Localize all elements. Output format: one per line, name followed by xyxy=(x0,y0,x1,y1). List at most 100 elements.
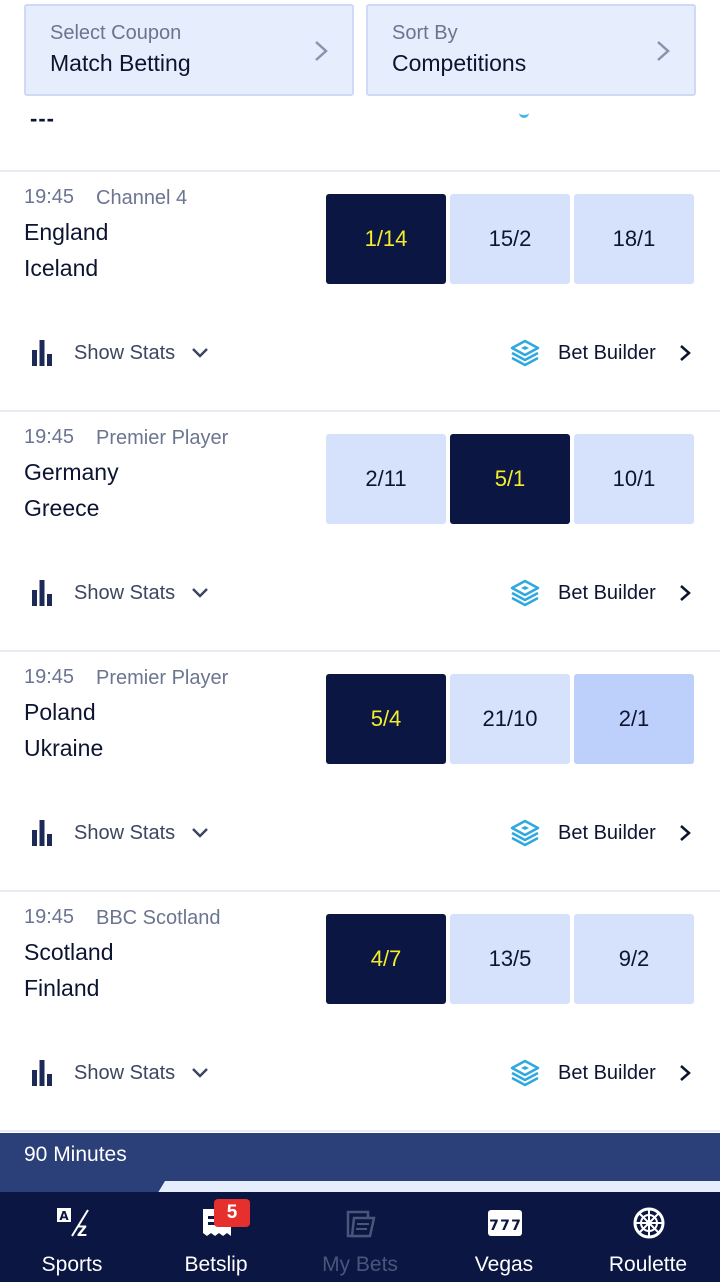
draw-odds-button[interactable]: 15/2 xyxy=(450,194,570,284)
svg-text:A: A xyxy=(59,1209,69,1223)
chevron-right-icon xyxy=(315,41,328,61)
away-team[interactable]: Greece xyxy=(24,495,99,522)
bet-builder-button[interactable]: Bet Builder xyxy=(510,816,692,850)
partial-event-row: --- xyxy=(0,100,720,172)
bet-builder-icon-partial xyxy=(519,112,529,118)
show-stats-label: Show Stats xyxy=(74,581,176,604)
bottom-navigation: A Z Sports Betslip My Bets 7 7 7 Vegas R… xyxy=(0,1192,720,1282)
home-win-odds-button[interactable]: 1/14 xyxy=(326,194,446,284)
nav-betslip-label: Betslip xyxy=(184,1253,248,1276)
chevron-right-icon xyxy=(657,41,670,61)
layers-icon xyxy=(510,819,540,847)
az-icon: A Z xyxy=(57,1208,89,1240)
bet-builder-label: Bet Builder xyxy=(558,341,656,364)
filter-bar: Select Coupon Match Betting Sort By Comp… xyxy=(0,0,720,100)
chevron-right-icon xyxy=(680,1065,691,1081)
layers-icon xyxy=(510,1059,540,1087)
sort-by-button[interactable]: Sort By Competitions xyxy=(366,4,696,96)
nav-sports[interactable]: A Z Sports xyxy=(0,1192,144,1282)
home-win-odds-button[interactable]: 5/4 xyxy=(326,674,446,764)
layers-icon xyxy=(510,579,540,607)
draw-odds-button[interactable]: 13/5 xyxy=(450,914,570,1004)
svg-text:7: 7 xyxy=(489,1218,499,1234)
nav-vegas-label: Vegas xyxy=(474,1253,534,1276)
show-stats-label: Show Stats xyxy=(74,1061,176,1084)
show-stats-label: Show Stats xyxy=(74,821,176,844)
show-stats-button[interactable]: Show Stats xyxy=(30,818,209,848)
placeholder-dashes: --- xyxy=(30,106,55,131)
event-time: 19:45 xyxy=(24,666,75,688)
bar-chart-icon xyxy=(32,1060,52,1086)
chevron-right-icon xyxy=(680,825,691,841)
event-channel: BBC Scotland xyxy=(96,907,221,929)
event-channel: Premier Player xyxy=(96,667,229,689)
nav-roulette[interactable]: Roulette xyxy=(576,1192,720,1282)
bet-builder-button[interactable]: Bet Builder xyxy=(510,576,692,610)
nav-vegas[interactable]: 7 7 7 Vegas xyxy=(432,1192,576,1282)
select-coupon-button[interactable]: Select Coupon Match Betting xyxy=(24,4,354,96)
betslip-count-badge: 5 xyxy=(214,1199,250,1227)
event-time: 19:45 xyxy=(24,426,75,448)
draw-odds-button[interactable]: 21/10 xyxy=(450,674,570,764)
chevron-down-icon xyxy=(192,828,209,838)
sort-by-value: Competitions xyxy=(392,50,527,76)
away-team[interactable]: Iceland xyxy=(24,255,98,282)
event-row: 19:45 Premier Player Poland Ukraine 5/4 21/10… xyxy=(0,652,720,892)
roulette-wheel-icon xyxy=(633,1207,665,1239)
chevron-right-icon xyxy=(680,345,691,361)
bar-chart-icon xyxy=(32,580,52,606)
chevron-down-icon xyxy=(192,1068,209,1078)
select-coupon-label: Select Coupon xyxy=(50,22,182,44)
away-win-odds-button[interactable]: 10/1 xyxy=(574,434,694,524)
home-team[interactable]: Poland xyxy=(24,699,96,726)
show-stats-button[interactable]: Show Stats xyxy=(30,338,209,368)
away-team[interactable]: Finland xyxy=(24,975,99,1002)
show-stats-button[interactable]: Show Stats xyxy=(30,578,209,608)
bet-builder-button[interactable]: Bet Builder xyxy=(510,1056,692,1090)
event-row: 19:45 Channel 4 England Iceland 1/14 15/2 18/1… xyxy=(0,172,720,412)
draw-odds-button[interactable]: 5/1 xyxy=(450,434,570,524)
my-bets-icon xyxy=(346,1210,376,1238)
away-win-odds-button[interactable]: 2/1 xyxy=(574,674,694,764)
layers-icon xyxy=(510,339,540,367)
away-win-odds-button[interactable]: 18/1 xyxy=(574,194,694,284)
home-team[interactable]: Scotland xyxy=(24,939,114,966)
bar-chart-icon xyxy=(32,340,52,366)
show-stats-label: Show Stats xyxy=(74,341,176,364)
bar-chart-icon xyxy=(32,820,52,846)
show-stats-button[interactable]: Show Stats xyxy=(30,1058,209,1088)
event-row: 19:45 BBC Scotland Scotland Finland 4/7 13/5 9… xyxy=(0,892,720,1132)
home-team[interactable]: Germany xyxy=(24,459,119,486)
away-team[interactable]: Ukraine xyxy=(24,735,103,762)
nav-my-bets[interactable]: My Bets xyxy=(288,1192,432,1282)
nav-sports-label: Sports xyxy=(41,1253,103,1276)
home-win-odds-button[interactable]: 2/11 xyxy=(326,434,446,524)
home-win-odds-button[interactable]: 4/7 xyxy=(326,914,446,1004)
bet-builder-button[interactable]: Bet Builder xyxy=(510,336,692,370)
chevron-right-icon xyxy=(680,585,691,601)
away-win-odds-button[interactable]: 9/2 xyxy=(574,914,694,1004)
chevron-down-icon xyxy=(192,588,209,598)
svg-text:Z: Z xyxy=(77,1224,87,1240)
slots-777-icon: 7 7 7 xyxy=(488,1210,522,1236)
svg-text:7: 7 xyxy=(511,1218,521,1234)
svg-text:7: 7 xyxy=(500,1218,510,1234)
bet-builder-label: Bet Builder xyxy=(558,1061,656,1084)
select-coupon-value: Match Betting xyxy=(50,50,191,76)
event-channel: Premier Player xyxy=(96,427,229,449)
chevron-down-icon xyxy=(192,348,209,358)
home-team[interactable]: England xyxy=(24,219,108,246)
event-time: 19:45 xyxy=(24,906,75,928)
bet-builder-label: Bet Builder xyxy=(558,821,656,844)
nav-my-bets-label: My Bets xyxy=(322,1253,398,1276)
bet-builder-label: Bet Builder xyxy=(558,581,656,604)
section-header-90-minutes[interactable]: 90 Minutes xyxy=(0,1133,720,1181)
nav-roulette-label: Roulette xyxy=(608,1253,688,1276)
event-channel: Channel 4 xyxy=(96,187,188,209)
section-title: 90 Minutes xyxy=(24,1143,127,1166)
event-time: 19:45 xyxy=(24,186,75,208)
section-tab-strip xyxy=(0,1181,720,1192)
event-row: 19:45 Premier Player Germany Greece 2/11 5/1 1… xyxy=(0,412,720,652)
sort-by-label: Sort By xyxy=(392,22,458,44)
active-tab-indicator xyxy=(0,1181,165,1192)
